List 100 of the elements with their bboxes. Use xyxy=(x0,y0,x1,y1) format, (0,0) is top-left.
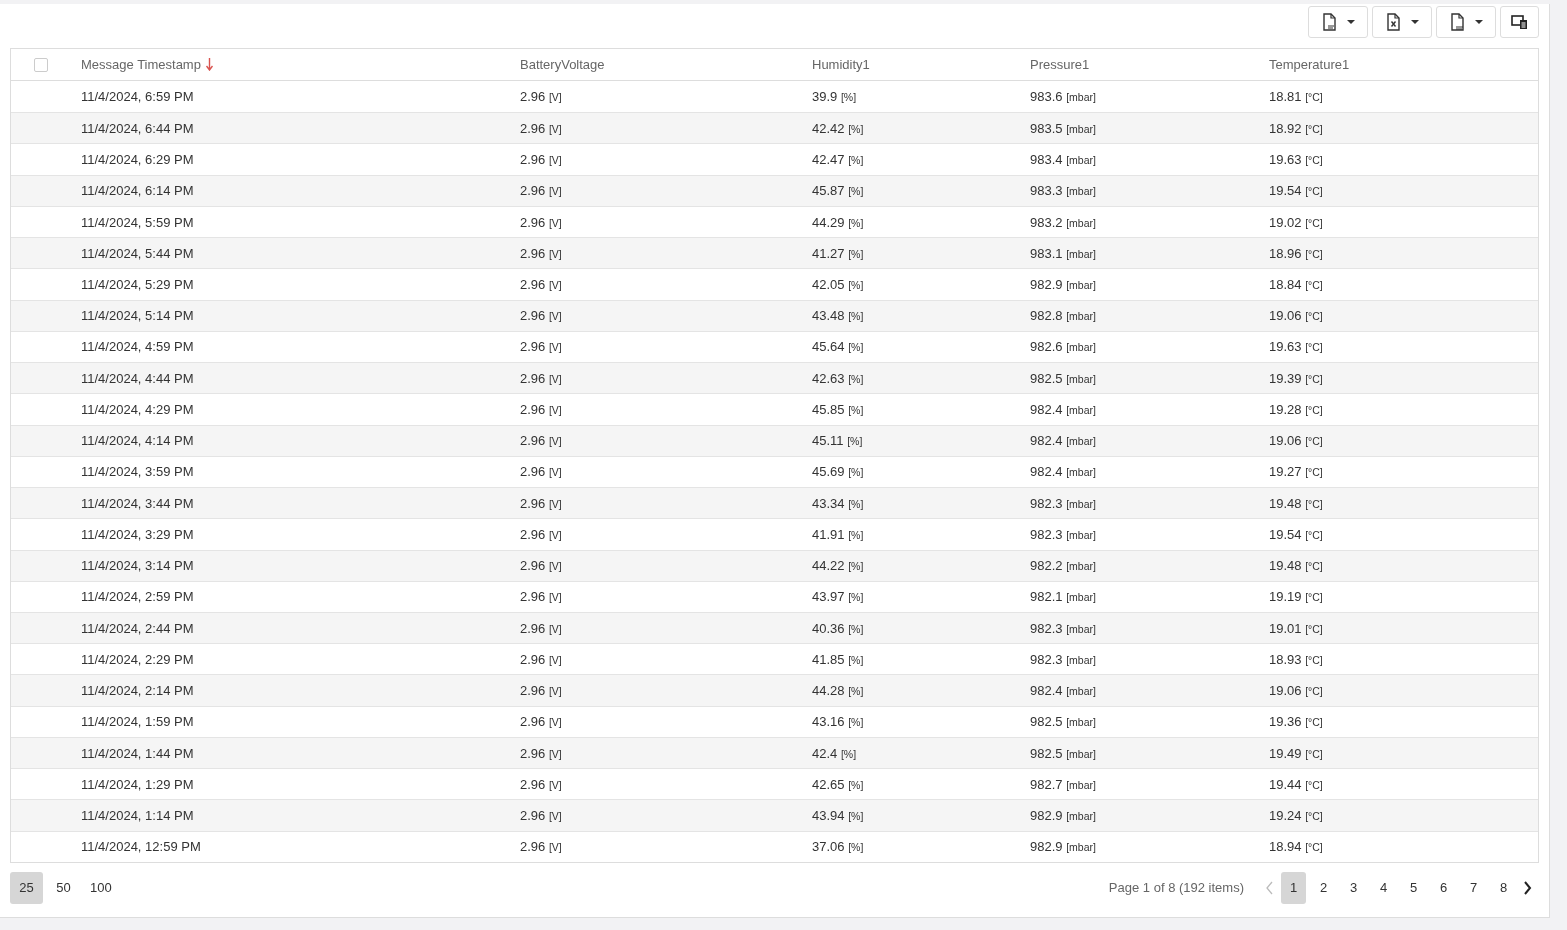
page-number[interactable]: 4 xyxy=(1371,871,1396,904)
timestamp-cell: 11/4/2024, 6:14 PM xyxy=(81,183,194,199)
table-cell: 2.96 [V] xyxy=(520,245,562,261)
table-cell: 19.39 [°C] xyxy=(1269,370,1323,386)
table-cell: 982.3 [mbar] xyxy=(1030,620,1096,636)
table-cell: 982.1 [mbar] xyxy=(1030,589,1096,605)
timestamp-cell: 11/4/2024, 3:44 PM xyxy=(81,495,194,511)
timestamp-cell: 11/4/2024, 5:29 PM xyxy=(81,277,194,292)
page-number[interactable]: 7 xyxy=(1461,871,1486,904)
table-cell: 19.54 [°C] xyxy=(1269,526,1323,542)
table-cell: 43.94 [%] xyxy=(812,808,864,823)
table-cell: 42.05 [%] xyxy=(812,277,864,292)
table-cell: 2.96 [V] xyxy=(520,214,562,230)
table-cell: 45.85 [%] xyxy=(812,401,864,417)
table-cell: 982.2 [mbar] xyxy=(1030,558,1096,574)
page-number[interactable]: 8 xyxy=(1491,871,1516,904)
timestamp-cell: 11/4/2024, 2:29 PM xyxy=(81,651,194,667)
table-cell: 982.4 [mbar] xyxy=(1030,464,1096,480)
table-cell: 45.64 [%] xyxy=(812,339,864,355)
table-cell: 982.7 [mbar] xyxy=(1030,776,1096,792)
table-cell: 2.96 [V] xyxy=(520,589,562,605)
table-cell: 2.96 [V] xyxy=(520,370,562,386)
page-size-option[interactable]: 100 xyxy=(84,871,118,904)
timestamp-cell: 11/4/2024, 5:44 PM xyxy=(81,245,194,261)
column-header[interactable]: Message Timestamp xyxy=(81,57,201,72)
table-cell: 982.5 [mbar] xyxy=(1030,714,1096,730)
page-number[interactable]: 1 xyxy=(1281,871,1306,904)
table-cell: 982.3 [mbar] xyxy=(1030,526,1096,542)
table-cell: 18.93 [°C] xyxy=(1269,651,1323,667)
table-cell: 2.96 [V] xyxy=(520,339,562,355)
column-header[interactable]: Humidity1 xyxy=(812,57,870,72)
timestamp-cell: 11/4/2024, 1:29 PM xyxy=(81,776,194,792)
excel-export-button[interactable] xyxy=(1372,6,1432,38)
timestamp-cell: 11/4/2024, 4:14 PM xyxy=(81,433,194,449)
table-cell: 19.02 [°C] xyxy=(1269,214,1323,230)
table-cell: 43.97 [%] xyxy=(812,589,864,605)
table-cell: 42.47 [%] xyxy=(812,152,864,168)
excel-file-icon xyxy=(1385,13,1402,31)
table-cell: 2.96 [V] xyxy=(520,433,562,449)
table-cell: 43.16 [%] xyxy=(812,714,864,730)
table-cell: 19.36 [°C] xyxy=(1269,714,1323,730)
page-number[interactable]: 2 xyxy=(1311,871,1336,904)
table-cell: 982.5 [mbar] xyxy=(1030,370,1096,386)
table-cell: 2.96 [V] xyxy=(520,277,562,292)
table-cell: 982.3 [mbar] xyxy=(1030,651,1096,667)
table-cell: 45.87 [%] xyxy=(812,183,864,199)
timestamp-cell: 11/4/2024, 3:29 PM xyxy=(81,526,194,542)
timestamp-cell: 11/4/2024, 12:59 PM xyxy=(81,839,201,855)
timestamp-cell: 11/4/2024, 1:44 PM xyxy=(81,745,194,761)
timestamp-cell: 11/4/2024, 1:59 PM xyxy=(81,714,194,730)
pdf-export-button[interactable] xyxy=(1308,6,1368,38)
table-cell: 39.9 [%] xyxy=(812,89,857,105)
timestamp-cell: 11/4/2024, 3:59 PM xyxy=(81,464,194,480)
table-cell: 2.96 [V] xyxy=(520,745,562,761)
column-header[interactable]: Pressure1 xyxy=(1030,57,1090,72)
table-cell: 982.4 [mbar] xyxy=(1030,683,1096,699)
timestamp-cell: 11/4/2024, 4:29 PM xyxy=(81,401,194,417)
table-cell: 2.96 [V] xyxy=(520,651,562,667)
table-cell: 19.48 [°C] xyxy=(1269,495,1323,511)
table-cell: 19.28 [°C] xyxy=(1269,401,1323,417)
table-cell: 43.48 [%] xyxy=(812,308,864,324)
table-cell: 19.24 [°C] xyxy=(1269,808,1323,823)
page-size-option[interactable]: 50 xyxy=(47,871,80,904)
chevron-right-icon[interactable] xyxy=(1522,879,1533,896)
table-cell: 19.19 [°C] xyxy=(1269,589,1323,605)
column-header[interactable]: BatteryVoltage xyxy=(520,57,605,72)
table-cell: 982.3 [mbar] xyxy=(1030,495,1096,511)
page-number[interactable]: 5 xyxy=(1401,871,1426,904)
table-cell: 2.96 [V] xyxy=(520,152,562,168)
csv-export-button[interactable] xyxy=(1436,6,1496,38)
column-header[interactable]: Temperature1 xyxy=(1269,57,1350,72)
page-number[interactable]: 3 xyxy=(1341,871,1366,904)
table-cell: 18.96 [°C] xyxy=(1269,245,1323,261)
table-cell: 982.4 [mbar] xyxy=(1030,401,1096,417)
table-cell: 18.92 [°C] xyxy=(1269,120,1323,136)
table-cell: 2.96 [V] xyxy=(520,401,562,417)
timestamp-cell: 11/4/2024, 6:44 PM xyxy=(81,120,194,136)
csv-file-icon xyxy=(1449,13,1466,31)
table-cell: 982.6 [mbar] xyxy=(1030,339,1096,355)
pdf-file-icon xyxy=(1321,13,1338,31)
timestamp-cell: 11/4/2024, 6:59 PM xyxy=(81,89,194,105)
table-cell: 19.63 [°C] xyxy=(1269,339,1323,355)
table-cell: 44.28 [%] xyxy=(812,683,864,699)
timestamp-cell: 11/4/2024, 5:14 PM xyxy=(81,308,194,324)
select-all-checkbox[interactable] xyxy=(34,57,48,72)
column-chooser-button[interactable] xyxy=(1500,6,1539,38)
table-cell: 19.48 [°C] xyxy=(1269,558,1323,574)
table-cell: 2.96 [V] xyxy=(520,526,562,542)
table-cell: 41.91 [%] xyxy=(812,526,864,542)
page-size-option[interactable]: 25 xyxy=(10,871,43,904)
table-cell: 42.4 [%] xyxy=(812,745,857,761)
table-cell: 982.4 [mbar] xyxy=(1030,433,1096,449)
table-cell: 40.36 [%] xyxy=(812,620,864,636)
table-cell: 41.85 [%] xyxy=(812,651,864,667)
table-cell: 2.96 [V] xyxy=(520,89,562,105)
table-cell: 2.96 [V] xyxy=(520,464,562,480)
table-cell: 19.01 [°C] xyxy=(1269,620,1323,636)
table-cell: 2.96 [V] xyxy=(520,808,562,823)
page-number[interactable]: 6 xyxy=(1431,871,1456,904)
table-cell: 44.29 [%] xyxy=(812,214,864,230)
